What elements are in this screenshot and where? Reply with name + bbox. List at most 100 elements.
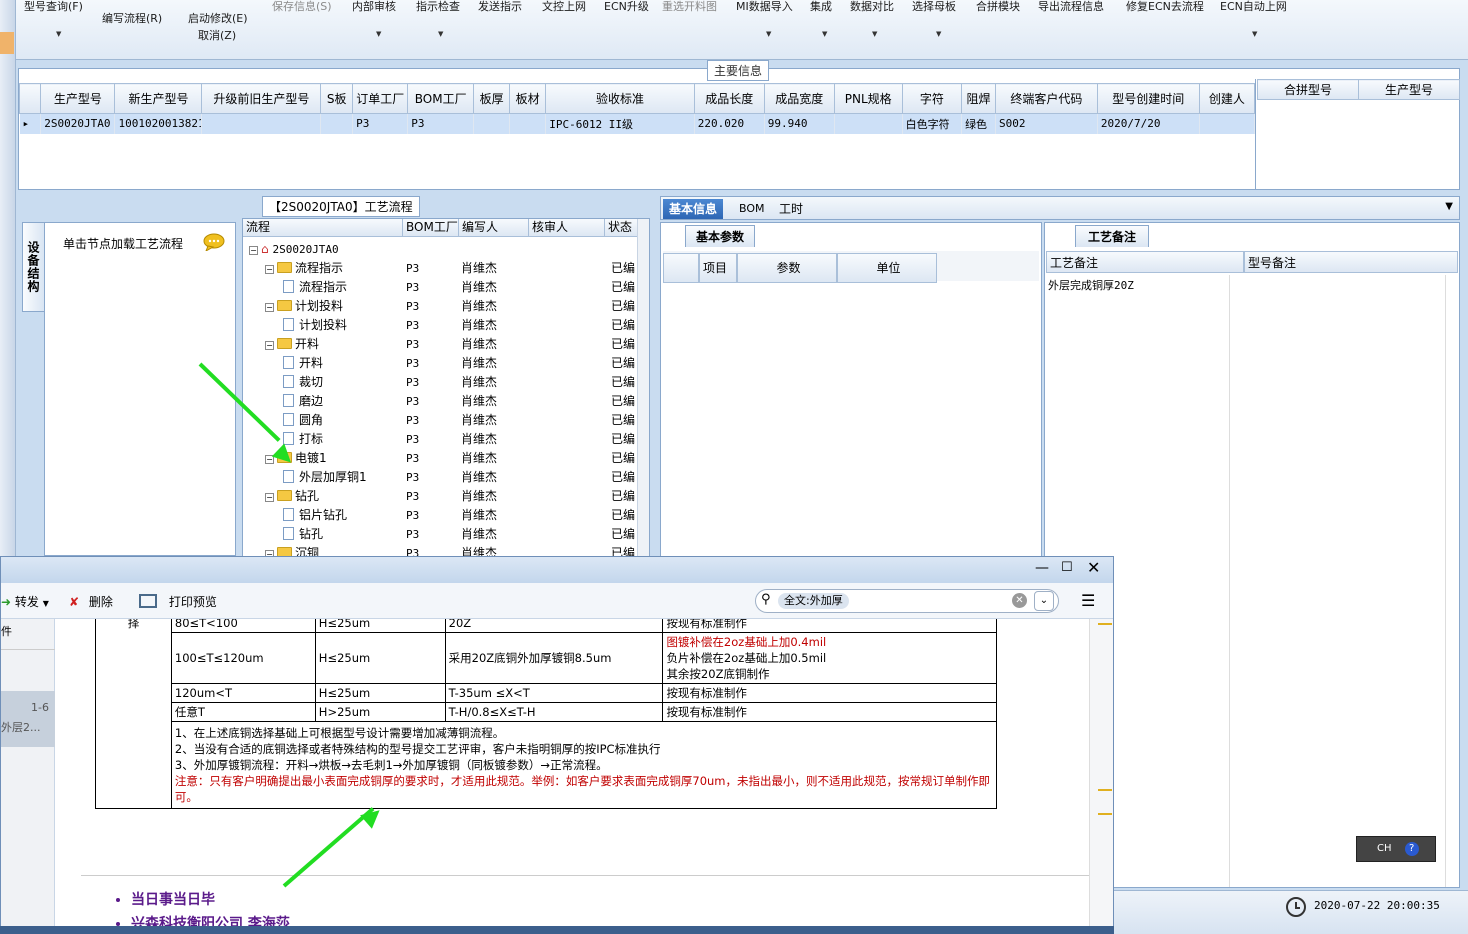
flow-scrollbar[interactable] xyxy=(637,219,649,557)
toolbar-item-17[interactable]: 修复ECN去流程 xyxy=(1126,0,1204,14)
maximize-icon[interactable]: ☐ xyxy=(1061,560,1073,575)
col-header[interactable]: 字符 xyxy=(901,83,963,114)
toolbar-item-16[interactable]: 导出流程信息 xyxy=(1038,0,1104,14)
condition: H≤25um xyxy=(314,683,446,703)
col-header[interactable]: 创建人 xyxy=(1198,83,1256,114)
col-header[interactable]: 终端客户代码 xyxy=(995,83,1098,114)
condition: H≤25um xyxy=(314,619,446,633)
tab-2[interactable]: 工时 xyxy=(773,199,809,219)
flow-node[interactable]: 流程指示 P3 肖维杰 已编 xyxy=(243,278,639,297)
col-header[interactable]: 板材 xyxy=(509,83,547,114)
toolbar-dropdown-icon[interactable]: ▼ xyxy=(1252,30,1257,38)
toolbar-item-8[interactable]: 文控上网 xyxy=(542,0,586,14)
flow-node[interactable]: 开料 P3 肖维杰 已编 xyxy=(243,354,639,373)
flow-col-header[interactable]: 流程 xyxy=(243,219,403,237)
flow-node[interactable]: − 开料 P3 肖维杰 已编 xyxy=(243,335,639,354)
col-header[interactable]: 阻焊 xyxy=(961,83,996,114)
toolbar-item-13[interactable]: 数据对比 xyxy=(850,0,894,14)
toolbar-dropdown-icon[interactable]: ▼ xyxy=(56,30,61,38)
list-view-icon[interactable]: ☰ xyxy=(1081,591,1095,610)
col-header[interactable]: BOM工厂 xyxy=(407,83,475,114)
col-header[interactable]: 成品宽度 xyxy=(763,83,835,114)
flow-col-header[interactable]: 编写人 xyxy=(459,219,529,237)
tab-1[interactable]: BOM xyxy=(733,199,771,219)
ime-indicator[interactable]: CH ? xyxy=(1356,836,1436,862)
flow-node[interactable]: 裁切 P3 肖维杰 已编 xyxy=(243,373,639,392)
minimize-icon[interactable]: — xyxy=(1035,560,1049,576)
help-icon[interactable]: ? xyxy=(1404,842,1419,856)
search-options-icon[interactable]: ⌄ xyxy=(1034,591,1054,611)
flow-col-header[interactable]: 核审人 xyxy=(529,219,605,237)
flow-node[interactable]: − 计划投料 P3 肖维杰 已编 xyxy=(243,297,639,316)
flow-node[interactable]: 铝片钻孔 P3 肖维杰 已编 xyxy=(243,506,639,525)
remarks-scrollbar-right[interactable] xyxy=(1445,275,1457,887)
col-header[interactable]: PNL规格 xyxy=(833,83,903,114)
tab-process-remarks[interactable]: 工艺备注 xyxy=(1075,225,1150,247)
col-header[interactable]: 生产型号 xyxy=(40,83,116,114)
flow-node[interactable]: 磨边 P3 肖维杰 已编 xyxy=(243,392,639,411)
flow-node[interactable]: − 流程指示 P3 肖维杰 已编 xyxy=(243,259,639,278)
flow-col-header[interactable]: BOM工厂 xyxy=(403,219,459,237)
close-icon[interactable]: ✕ xyxy=(1087,558,1100,577)
toolbar-item-5[interactable]: 内部审核 xyxy=(352,0,396,14)
flow-node[interactable]: − 电镀1 P3 肖维杰 已编 xyxy=(243,449,639,468)
toolbar-dropdown-icon[interactable]: ▼ xyxy=(936,30,941,38)
col-header[interactable]: 新生产型号 xyxy=(114,83,203,114)
toolbar-item-7[interactable]: 发送指示 xyxy=(478,0,522,14)
side-tab-equipment-structure[interactable]: 设备结构 xyxy=(22,222,44,312)
tree-root[interactable]: − ⌂ 2S0020JTA0 xyxy=(243,240,639,259)
toolbar-item-15[interactable]: 合拼模块 xyxy=(976,0,1020,14)
flow-node[interactable]: − 钻孔 P3 肖维杰 已编 xyxy=(243,487,639,506)
forward-button[interactable]: ➜ 转发 ▼ xyxy=(1,593,49,610)
toolbar-item-14[interactable]: 选择母板 xyxy=(912,0,956,14)
document-icon xyxy=(283,394,294,407)
toolbar-item-1[interactable]: 编写流程(R) xyxy=(102,10,162,26)
tabs-dropdown-icon[interactable]: ▼ xyxy=(1445,201,1453,212)
clear-search-icon[interactable]: ✕ xyxy=(1012,593,1027,608)
col-header[interactable]: 升级前旧生产型号 xyxy=(201,83,322,114)
toolbar-item-3[interactable]: 取消(Z) xyxy=(198,27,236,43)
flow-node[interactable]: 打标 P3 肖维杰 已编 xyxy=(243,430,639,449)
table-cell: S002 xyxy=(995,113,1098,134)
flow-col-header[interactable]: 状态 xyxy=(605,219,639,237)
flow-node[interactable]: 计划投料 P3 肖维杰 已编 xyxy=(243,316,639,335)
process-note-text[interactable]: 外层完成铜厚20Z xyxy=(1048,277,1134,293)
flow-node[interactable]: 圆角 P3 肖维杰 已编 xyxy=(243,411,639,430)
table-cell: 绿色 xyxy=(961,113,996,134)
search-chip[interactable]: 全文:外加厚 xyxy=(778,593,849,609)
toolbar-item-6[interactable]: 指示检查 xyxy=(416,0,460,14)
delete-button[interactable]: ✘ 删除 xyxy=(69,593,113,610)
tab-basic-params[interactable]: 基本参数 xyxy=(685,225,756,247)
col-header[interactable]: 板厚 xyxy=(473,83,511,114)
toolbar-item-9[interactable]: ECN升级 xyxy=(604,0,649,14)
toolbar-dropdown-icon[interactable]: ▼ xyxy=(872,30,877,38)
merge-col-header[interactable]: 生产型号 xyxy=(1358,79,1460,100)
toolbar-item-18[interactable]: ECN自动上网 xyxy=(1220,0,1287,14)
flow-node[interactable]: 外层加厚铜1 P3 肖维杰 已编 xyxy=(243,468,639,487)
col-header[interactable]: S板 xyxy=(320,83,354,114)
merge-col-header[interactable]: 合拼型号 xyxy=(1257,79,1359,100)
mail-search-box[interactable]: ⚲ 全文:外加厚 ✕ ⌄ xyxy=(755,589,1059,613)
toolbar-item-10[interactable]: 重选开料图 xyxy=(662,0,717,14)
col-header[interactable]: 验收标准 xyxy=(545,83,695,114)
toolbar-item-4[interactable]: 保存信息(S) xyxy=(272,0,332,14)
document-icon xyxy=(283,375,294,388)
col-header[interactable]: 型号创建时间 xyxy=(1096,83,1200,114)
toolbar-dropdown-icon[interactable]: ▼ xyxy=(438,30,443,38)
col-header[interactable]: 成品长度 xyxy=(693,83,765,114)
toolbar-dropdown-icon[interactable]: ▼ xyxy=(766,30,771,38)
remarks-scrollbar-left[interactable] xyxy=(1229,275,1241,887)
toolbar-dropdown-icon[interactable]: ▼ xyxy=(376,30,381,38)
col-header[interactable]: 订单工厂 xyxy=(352,83,409,114)
mail-scrollbar[interactable] xyxy=(1089,619,1113,933)
selected-mail-item[interactable]: 1-6 外层2... xyxy=(1,691,55,747)
toolbar-item-2[interactable]: 启动修改(E) xyxy=(188,10,248,26)
toolbar-item-0[interactable]: 型号查询(F) xyxy=(24,0,83,14)
toolbar-item-11[interactable]: MI数据导入 xyxy=(736,0,793,14)
flow-node[interactable]: 钻孔 P3 肖维杰 已编 xyxy=(243,525,639,544)
print-preview-button[interactable]: 打印预览 xyxy=(139,593,217,610)
toolbar-dropdown-icon[interactable]: ▼ xyxy=(822,30,827,38)
toolbar-item-12[interactable]: 集成 xyxy=(810,0,832,14)
tab-0[interactable]: 基本信息 xyxy=(663,199,724,219)
table-row[interactable]: ▸ 2S0020JTA0 10010200138219 P3 P3 IPC-6012 II… xyxy=(19,113,1256,134)
